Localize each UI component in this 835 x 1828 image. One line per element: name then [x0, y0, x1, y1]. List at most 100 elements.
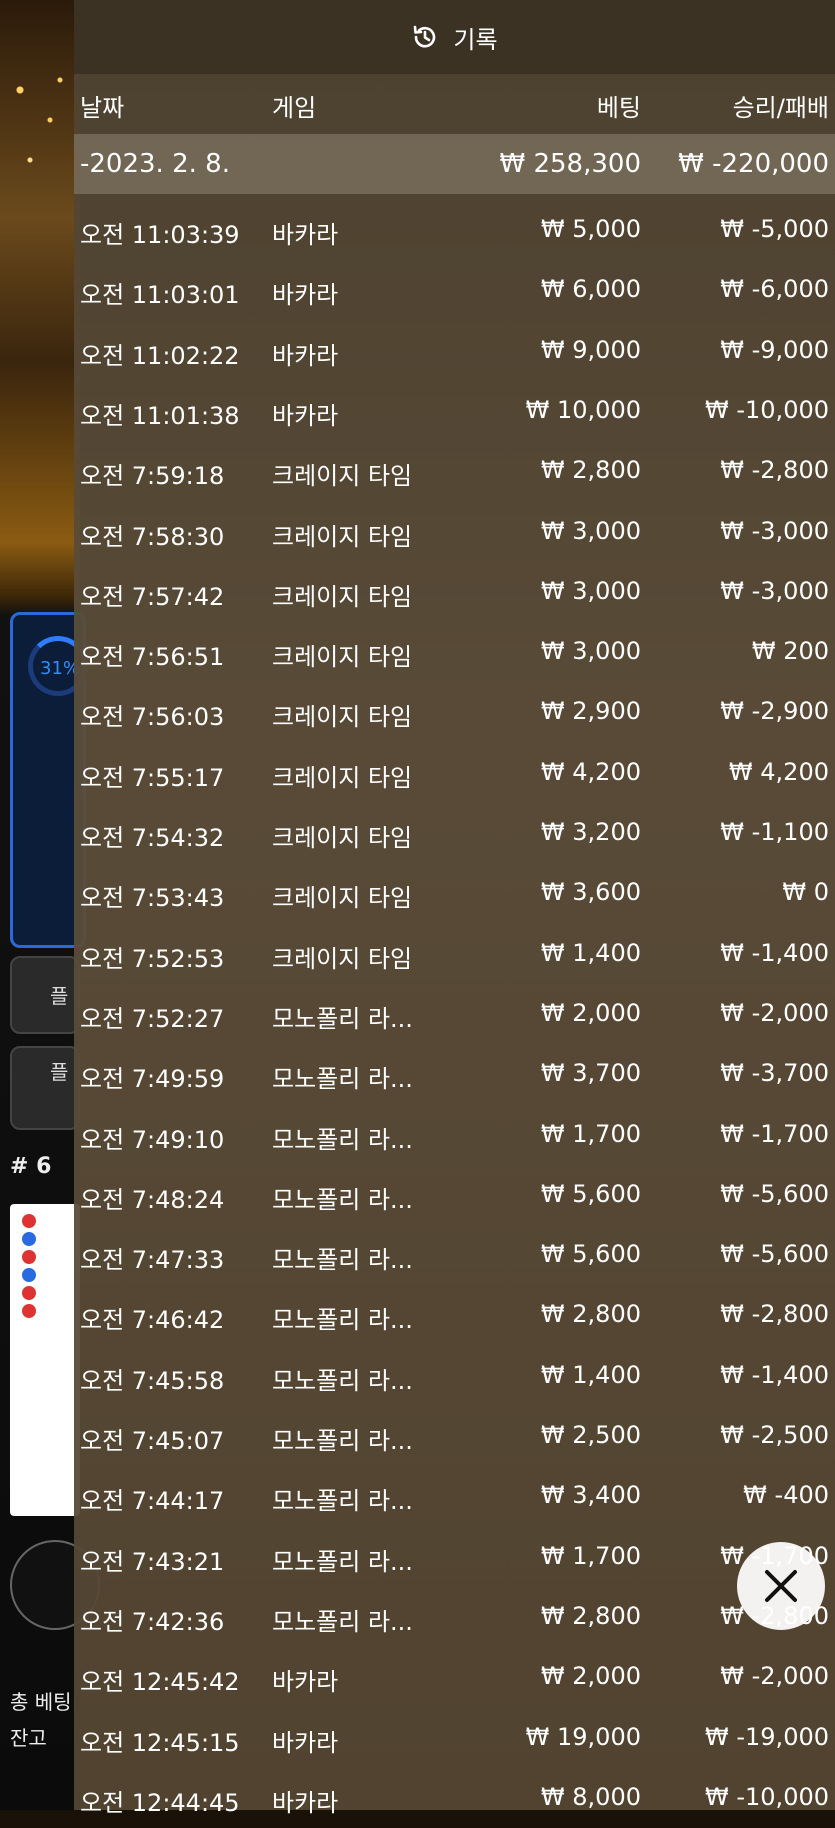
- row-time: 오전 7:44:17: [80, 1487, 225, 1516]
- row-game: 모노폴리 라...: [272, 1246, 413, 1275]
- history-row[interactable]: 오전 7:56:03 크레이지 타임 ₩ 2,900 ₩ -2,900: [74, 682, 835, 742]
- history-row[interactable]: 오전 7:49:59 모노폴리 라... ₩ 3,700 ₩ -3,700: [74, 1044, 835, 1104]
- row-winloss: ₩ -400: [743, 1481, 829, 1510]
- row-bet: ₩ 3,000: [540, 576, 641, 605]
- background-button-1: [10, 956, 80, 1034]
- history-row[interactable]: 오전 7:43:21모노폴리 라...₩ 1,700₩ -1,700: [74, 1527, 835, 1587]
- row-game: 모노폴리 라...: [272, 1065, 413, 1094]
- row-time: 오전 7:56:03: [80, 703, 225, 732]
- row-winloss: ₩ -2,000: [720, 998, 829, 1027]
- history-row[interactable]: 오전 12:45:42 바카라 ₩ 2,000 ₩ -2,000: [74, 1647, 835, 1707]
- history-row[interactable]: 오전 7:53:43 크레이지 타임 ₩ 3,600 ₩ 0: [74, 863, 835, 923]
- row-winloss: ₩ -3,700: [720, 1059, 829, 1088]
- row-bet: ₩ 1,700: [540, 1119, 641, 1148]
- history-row[interactable]: 오전 7:52:27 모노폴리 라... ₩ 2,000 ₩ -2,000: [74, 984, 835, 1044]
- row-winloss: ₩ -1,100: [720, 818, 829, 846]
- row-time: 오전 7:54:32: [80, 824, 225, 852]
- history-row[interactable]: 오전 7:55:17 크레이지 타임 ₩ 4,200 ₩ 4,200: [74, 743, 835, 803]
- row-game: 크레이지 타임: [272, 522, 413, 551]
- title-bar: 기록: [74, 0, 835, 74]
- row-time: 오전 12:45:42: [80, 1668, 240, 1697]
- history-row[interactable]: 오전 7:47:33 모노폴리 라... ₩ 5,600 ₩ -5,600: [74, 1225, 835, 1285]
- row-winloss: ₩ -2,800: [720, 1300, 829, 1329]
- row-winloss: ₩ -1,400: [720, 1360, 829, 1389]
- row-winloss: ₩ -1,700: [720, 1119, 829, 1148]
- row-game: 모노폴리 라...: [272, 1427, 413, 1455]
- row-bet: ₩ 2,900: [540, 697, 641, 726]
- row-game: 크레이지 타임: [272, 763, 413, 792]
- history-row[interactable]: 오전 7:58:30 크레이지 타임 ₩ 3,000 ₩ -3,000: [74, 502, 835, 562]
- row-game: 모노폴리 라...: [272, 1004, 413, 1033]
- history-row[interactable]: 오전 12:44:45 바카라 ₩ 8,000 ₩ -10,000: [74, 1768, 835, 1828]
- row-time: 오전 7:47:33: [80, 1246, 225, 1275]
- history-row[interactable]: 오전 7:45:58 모노폴리 라... ₩ 1,400 ₩ -1,400: [74, 1346, 835, 1406]
- history-row[interactable]: 오전 7:59:18 크레이지 타임 ₩ 2,800 ₩ -2,800: [74, 441, 835, 501]
- row-time: 오전 7:45:07: [80, 1427, 225, 1455]
- row-bet: ₩ 3,200: [540, 818, 641, 846]
- row-time: 오전 7:58:30: [80, 522, 225, 551]
- history-row[interactable]: 오전 11:01:38 바카라 ₩ 10,000 ₩ -10,000: [74, 381, 835, 441]
- history-row[interactable]: 오전 7:57:42 크레이지 타임 ₩ 3,000 ₩ -3,000: [74, 562, 835, 622]
- history-row[interactable]: 오전 7:49:10 모노폴리 라... ₩ 1,700 ₩ -1,700: [74, 1105, 835, 1165]
- history-row[interactable]: 오전 7:46:42 모노폴리 라... ₩ 2,800 ₩ -2,800: [74, 1285, 835, 1345]
- background-button-2-label: 플: [50, 1060, 69, 1084]
- row-time: 오전 12:44:45: [80, 1788, 240, 1817]
- row-time: 오전 7:55:17: [80, 763, 225, 792]
- history-row[interactable]: 오전 12:45:15 바카라 ₩ 19,000 ₩ -19,000: [74, 1708, 835, 1768]
- row-time: 오전 7:53:43: [80, 884, 225, 913]
- row-bet: ₩ 2,800: [540, 1601, 641, 1630]
- row-bet: ₩ 2,000: [540, 998, 641, 1027]
- balance-label: 잔고: [10, 1726, 47, 1750]
- history-row[interactable]: 오전 11:02:22 바카라 ₩ 9,000 ₩ -9,000: [74, 321, 835, 381]
- background-button-2: [10, 1046, 80, 1130]
- row-game: 바카라: [272, 1788, 339, 1817]
- row-time: 오전 11:02:22: [80, 341, 240, 370]
- row-bet: ₩ 2,800: [540, 1300, 641, 1329]
- close-button[interactable]: [737, 1542, 825, 1630]
- row-winloss: ₩ -3,000: [720, 516, 829, 545]
- row-bet: ₩ 3,700: [540, 1059, 641, 1088]
- row-time: 오전 7:45:58: [80, 1366, 225, 1395]
- history-row[interactable]: 오전 7:48:24 모노폴리 라... ₩ 5,600 ₩ -5,600: [74, 1165, 835, 1225]
- history-row[interactable]: 오전 7:42:36모노폴리 라...₩ 2,800₩ -2,800: [74, 1587, 835, 1647]
- row-bet: ₩ 1,400: [540, 1360, 641, 1389]
- row-game: 모노폴리 라...: [272, 1185, 413, 1214]
- row-game: 모노폴리 라...: [272, 1366, 413, 1395]
- row-game: 크레이지 타임: [272, 582, 413, 611]
- round-number: # 6: [10, 1154, 52, 1179]
- row-time: 오전 7:49:10: [80, 1125, 225, 1154]
- row-time: 오전 7:46:42: [80, 1306, 225, 1335]
- background-lights: [0, 60, 80, 200]
- row-bet: ₩ 19,000: [525, 1722, 641, 1751]
- history-row[interactable]: 오전 7:52:53 크레이지 타임 ₩ 1,400 ₩ -1,400: [74, 924, 835, 984]
- row-game: 모노폴리 라...: [272, 1306, 413, 1335]
- date-group-row[interactable]: -2023. 2. 8. ₩ 258,300 ₩ -220,000: [74, 134, 835, 194]
- row-bet: ₩ 4,200: [540, 757, 641, 786]
- row-game: 바카라: [272, 1728, 339, 1757]
- row-bet: ₩ 6,000: [540, 275, 641, 304]
- history-row[interactable]: 오전 7:45:07 모노폴리 라... ₩ 2,500 ₩ -2,500: [74, 1406, 835, 1466]
- history-row[interactable]: 오전 11:03:01 바카라 ₩ 6,000 ₩ -6,000: [74, 260, 835, 320]
- row-bet: ₩ 8,000: [540, 1782, 641, 1811]
- row-game: 바카라: [272, 1668, 339, 1697]
- history-row[interactable]: 오전 11:03:39 바카라 ₩ 5,000 ₩ -5,000: [74, 200, 835, 260]
- row-winloss: ₩ 200: [751, 637, 829, 666]
- row-winloss: ₩ -2,500: [720, 1421, 829, 1449]
- row-game: 바카라: [272, 281, 339, 310]
- history-row[interactable]: 오전 7:56:51 크레이지 타임 ₩ 3,000 ₩ 200: [74, 622, 835, 682]
- row-bet: ₩ 2,000: [540, 1662, 641, 1691]
- row-winloss: ₩ 4,200: [728, 757, 829, 786]
- row-winloss: ₩ 0: [782, 878, 829, 907]
- row-time: 오전 7:56:51: [80, 643, 225, 672]
- row-bet: ₩ 3,600: [540, 878, 641, 907]
- row-winloss: ₩ -6,000: [720, 275, 829, 304]
- row-bet: ₩ 1,400: [540, 938, 641, 967]
- row-game: 바카라: [272, 341, 339, 370]
- row-game: 크레이지 타임: [272, 944, 413, 973]
- history-row[interactable]: 오전 7:44:17 모노폴리 라... ₩ 3,400 ₩ -400: [74, 1466, 835, 1526]
- row-winloss: ₩ -2,000: [720, 1662, 829, 1691]
- row-winloss: ₩ -9,000: [720, 335, 829, 364]
- history-row[interactable]: 오전 7:54:32 크레이지 타임 ₩ 3,200 ₩ -1,100: [74, 803, 835, 863]
- row-time: 오전 7:48:24: [80, 1185, 225, 1214]
- history-icon: [414, 25, 436, 48]
